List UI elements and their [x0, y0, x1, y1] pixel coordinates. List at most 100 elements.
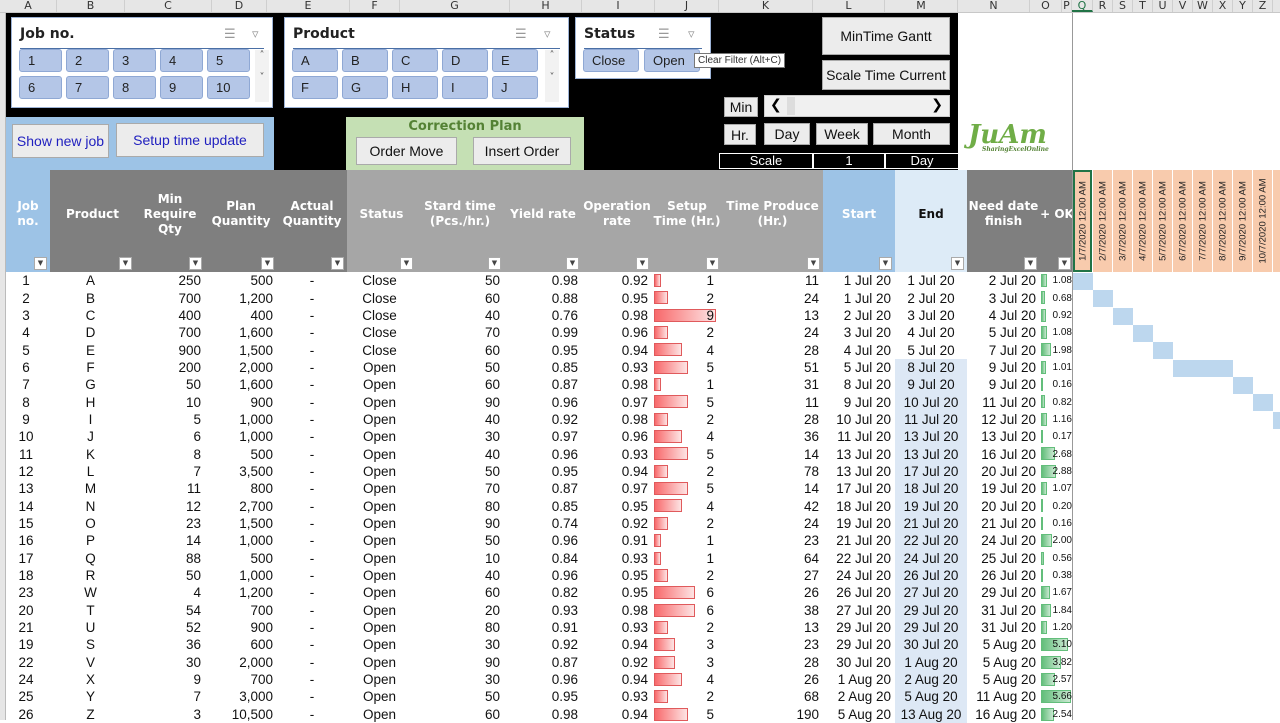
cell-yield[interactable]: 0.96	[504, 393, 582, 410]
cell-start[interactable]: 22 Jul 20	[823, 550, 895, 567]
cell-plan-qty[interactable]: 1,500	[205, 515, 277, 532]
cell-end[interactable]: 29 Jul 20	[895, 618, 967, 637]
cell-std-time[interactable]: 60	[416, 289, 504, 306]
cell-need[interactable]: 21 Jul 20	[967, 515, 1040, 532]
cell-min-qty[interactable]: 700	[135, 289, 205, 306]
gantt-date-header[interactable]	[1273, 170, 1280, 272]
cell-yield[interactable]: 0.76	[504, 307, 582, 324]
cell-product[interactable]: A	[50, 272, 135, 289]
cell-product[interactable]: T	[50, 602, 135, 619]
cell-actual[interactable]: -	[277, 428, 347, 445]
cell-ok[interactable]: 1.01	[1040, 359, 1074, 376]
cell-ok[interactable]: 3.82	[1040, 654, 1074, 671]
cell-job[interactable]: 1	[6, 272, 50, 289]
cell-plan-qty[interactable]: 1,000	[205, 567, 277, 584]
gantt-date-header[interactable]: 8/7/2020 12:00 AM	[1213, 170, 1232, 272]
cell-yield[interactable]: 0.96	[504, 532, 582, 549]
cell-yield[interactable]: 0.97	[504, 428, 582, 445]
multi-select-icon[interactable]: ☰	[515, 27, 527, 42]
cell-ok[interactable]: 0.92	[1040, 307, 1074, 324]
cell-product[interactable]: Z	[50, 706, 135, 723]
cell-produce[interactable]: 11	[722, 272, 823, 289]
cell-ok[interactable]: 0.68	[1040, 289, 1074, 306]
cell-yield[interactable]: 0.82	[504, 584, 582, 601]
show-new-job-button[interactable]: Show new job	[12, 124, 109, 158]
min-button[interactable]: Min	[724, 97, 758, 117]
cell-produce[interactable]: 11	[722, 393, 823, 410]
cell-op-rate[interactable]: 0.93	[582, 445, 652, 462]
cell-min-qty[interactable]: 7	[135, 463, 205, 480]
cell-status[interactable]: Open	[347, 480, 416, 497]
cell-status[interactable]: Open	[347, 671, 416, 688]
cell-min-qty[interactable]: 900	[135, 341, 205, 358]
gantt-date-header[interactable]: 10/7/2020 12:00 AM	[1253, 170, 1272, 272]
cell-start[interactable]: 10 Jul 20	[823, 411, 895, 428]
cell-plan-qty[interactable]: 3,000	[205, 688, 277, 705]
cell-std-time[interactable]: 40	[416, 567, 504, 584]
cell-op-rate[interactable]: 0.94	[582, 671, 652, 688]
product-chip-c[interactable]: C	[392, 49, 438, 72]
column-header-x[interactable]: X	[1213, 0, 1233, 12]
cell-produce[interactable]: 24	[722, 324, 823, 341]
job-chip-1[interactable]: 1	[19, 49, 62, 72]
cell-produce[interactable]: 14	[722, 480, 823, 497]
cell-job[interactable]: 19	[6, 636, 50, 653]
cell-ok[interactable]: 1.08	[1040, 272, 1074, 289]
cell-min-qty[interactable]: 52	[135, 619, 205, 636]
cell-end[interactable]: 27 Jul 20	[895, 584, 967, 602]
cell-yield[interactable]: 0.84	[504, 550, 582, 567]
cell-end[interactable]: 5 Jul 20	[895, 341, 967, 358]
product-chip-e[interactable]: E	[492, 49, 538, 72]
cell-actual[interactable]: -	[277, 445, 347, 462]
column-header-v[interactable]: V	[1173, 0, 1193, 12]
cell-end[interactable]: 26 Jul 20	[895, 566, 967, 585]
cell-product[interactable]: P	[50, 532, 135, 549]
cell-product[interactable]: C	[50, 307, 135, 324]
cell-status[interactable]: Close	[347, 341, 416, 358]
cell-start[interactable]: 2 Aug 20	[823, 688, 895, 705]
cell-end[interactable]: 21 Jul 20	[895, 514, 967, 533]
cell-setup[interactable]: 5	[652, 359, 722, 376]
cell-status[interactable]: Open	[347, 706, 416, 723]
cell-ok[interactable]: 1.98	[1040, 341, 1074, 358]
cell-op-rate[interactable]: 0.95	[582, 497, 652, 514]
cell-min-qty[interactable]: 7	[135, 688, 205, 705]
cell-produce[interactable]: 27	[722, 567, 823, 584]
cell-std-time[interactable]: 80	[416, 619, 504, 636]
cell-setup[interactable]: 1	[652, 532, 722, 549]
cell-produce[interactable]: 28	[722, 341, 823, 358]
cell-ok[interactable]: 0.16	[1040, 515, 1074, 532]
job-chip-5[interactable]: 5	[207, 49, 250, 72]
cell-status[interactable]: Close	[347, 272, 416, 289]
cell-std-time[interactable]: 50	[416, 359, 504, 376]
product-chip-h[interactable]: H	[392, 76, 438, 99]
cell-actual[interactable]: -	[277, 463, 347, 480]
cell-end[interactable]: 18 Jul 20	[895, 480, 967, 498]
cell-plan-qty[interactable]: 2,700	[205, 497, 277, 514]
cell-end[interactable]: 22 Jul 20	[895, 532, 967, 550]
cell-end[interactable]: 13 Aug 20	[895, 705, 967, 723]
cell-op-rate[interactable]: 0.98	[582, 602, 652, 619]
multi-select-icon[interactable]: ☰	[658, 27, 670, 42]
cell-job[interactable]: 24	[6, 671, 50, 688]
product-chip-d[interactable]: D	[442, 49, 488, 72]
order-move-button[interactable]: Order Move	[356, 137, 457, 165]
filter-dropdown-icon[interactable]: ▼	[566, 257, 579, 270]
gantt-date-header[interactable]: 2/7/2020 12:00 AM	[1093, 170, 1112, 272]
column-header-l[interactable]: L	[813, 0, 885, 12]
cell-actual[interactable]: -	[277, 602, 347, 619]
cell-yield[interactable]: 0.92	[504, 636, 582, 653]
cell-start[interactable]: 5 Jul 20	[823, 359, 895, 376]
cell-status[interactable]: Open	[347, 602, 416, 619]
cell-actual[interactable]: -	[277, 289, 347, 306]
cell-produce[interactable]: 26	[722, 671, 823, 688]
cell-need[interactable]: 24 Jul 20	[967, 532, 1040, 549]
cell-ok[interactable]: 0.56	[1040, 550, 1074, 567]
cell-produce[interactable]: 24	[722, 289, 823, 306]
gantt-bar[interactable]	[1273, 411, 1280, 429]
cell-plan-qty[interactable]: 1,200	[205, 289, 277, 306]
cell-need[interactable]: 11 Aug 20	[967, 688, 1040, 705]
cell-produce[interactable]: 42	[722, 497, 823, 514]
cell-actual[interactable]: -	[277, 307, 347, 324]
cell-setup[interactable]: 1	[652, 550, 722, 567]
